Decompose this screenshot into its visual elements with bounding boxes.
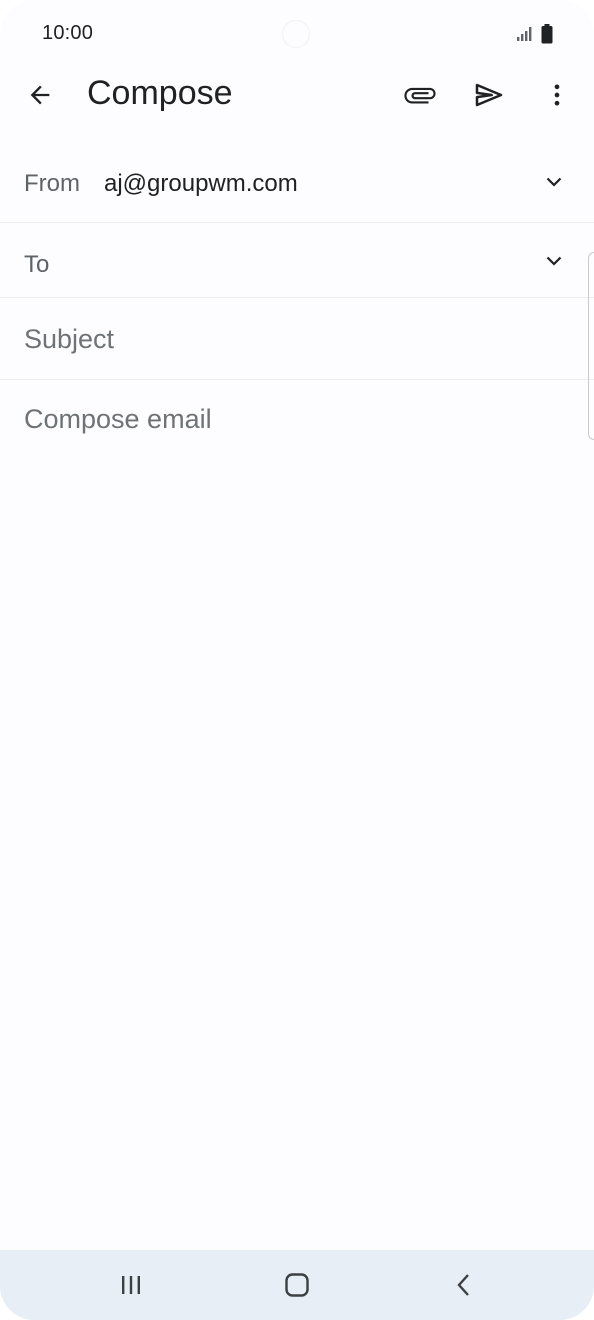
from-chevron-down-icon[interactable]: [540, 168, 568, 196]
app-bar: Compose: [0, 60, 594, 132]
home-icon: [285, 1273, 309, 1297]
scrollbar[interactable]: [588, 252, 594, 440]
to-label: To: [24, 251, 50, 278]
send-icon: [475, 83, 503, 107]
status-time: 10:00: [42, 22, 94, 44]
camera-cutout: [282, 20, 310, 48]
navigation-bar: [0, 1250, 594, 1320]
arrow-back-icon: [30, 85, 50, 105]
subject-input[interactable]: [24, 320, 564, 358]
more-options-button[interactable]: [533, 71, 581, 119]
send-button[interactable]: [465, 71, 513, 119]
from-label: From: [24, 170, 80, 197]
more-vert-icon: [554, 84, 560, 106]
nav-back-icon: [457, 1274, 469, 1296]
back-button[interactable]: [16, 71, 64, 119]
to-chevron-down-icon[interactable]: [540, 247, 568, 275]
page-title: Compose: [87, 74, 233, 112]
compose-body-input[interactable]: [24, 400, 574, 1220]
attach-button[interactable]: [396, 71, 444, 119]
from-address: aj@groupwm.com: [104, 170, 298, 197]
phone-screen: 10:00 Compose From aj@groupwm.com To Sub…: [0, 0, 594, 1320]
paperclip-icon: [404, 87, 436, 104]
nav-back-button[interactable]: [434, 1260, 494, 1310]
recents-icon: [122, 1276, 140, 1294]
subject-row: [0, 298, 594, 380]
home-button[interactable]: [267, 1260, 327, 1310]
battery-icon: [541, 24, 553, 49]
recents-button[interactable]: [101, 1260, 161, 1310]
to-row[interactable]: To: [0, 223, 594, 298]
signal-icon: [516, 26, 534, 47]
from-row[interactable]: From aj@groupwm.com: [0, 142, 594, 223]
status-bar: 10:00: [0, 0, 594, 68]
